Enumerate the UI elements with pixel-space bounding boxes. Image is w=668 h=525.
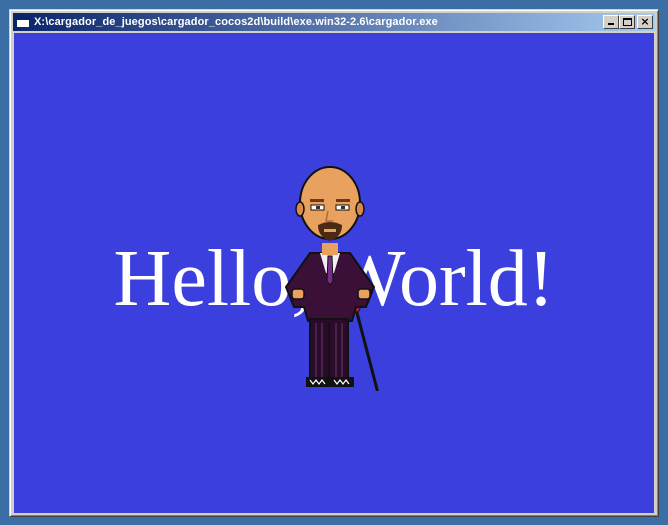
app-window-icon[interactable] [16, 16, 30, 28]
close-button[interactable]: × [637, 15, 653, 29]
window-title: X:\cargador_de_juegos\cargador_cocos2d\b… [34, 16, 438, 28]
minimize-icon [608, 23, 614, 25]
character-sprite [284, 166, 380, 391]
caption-buttons: × [603, 15, 653, 29]
minimize-button[interactable] [603, 15, 619, 29]
close-icon: × [640, 15, 650, 28]
title-bar[interactable]: X:\cargador_de_juegos\cargador_cocos2d\b… [13, 13, 655, 31]
maximize-icon [623, 18, 632, 26]
maximize-button[interactable] [619, 15, 635, 29]
app-window: X:\cargador_de_juegos\cargador_cocos2d\b… [9, 9, 659, 517]
game-canvas[interactable]: Hello, World! [14, 33, 654, 513]
